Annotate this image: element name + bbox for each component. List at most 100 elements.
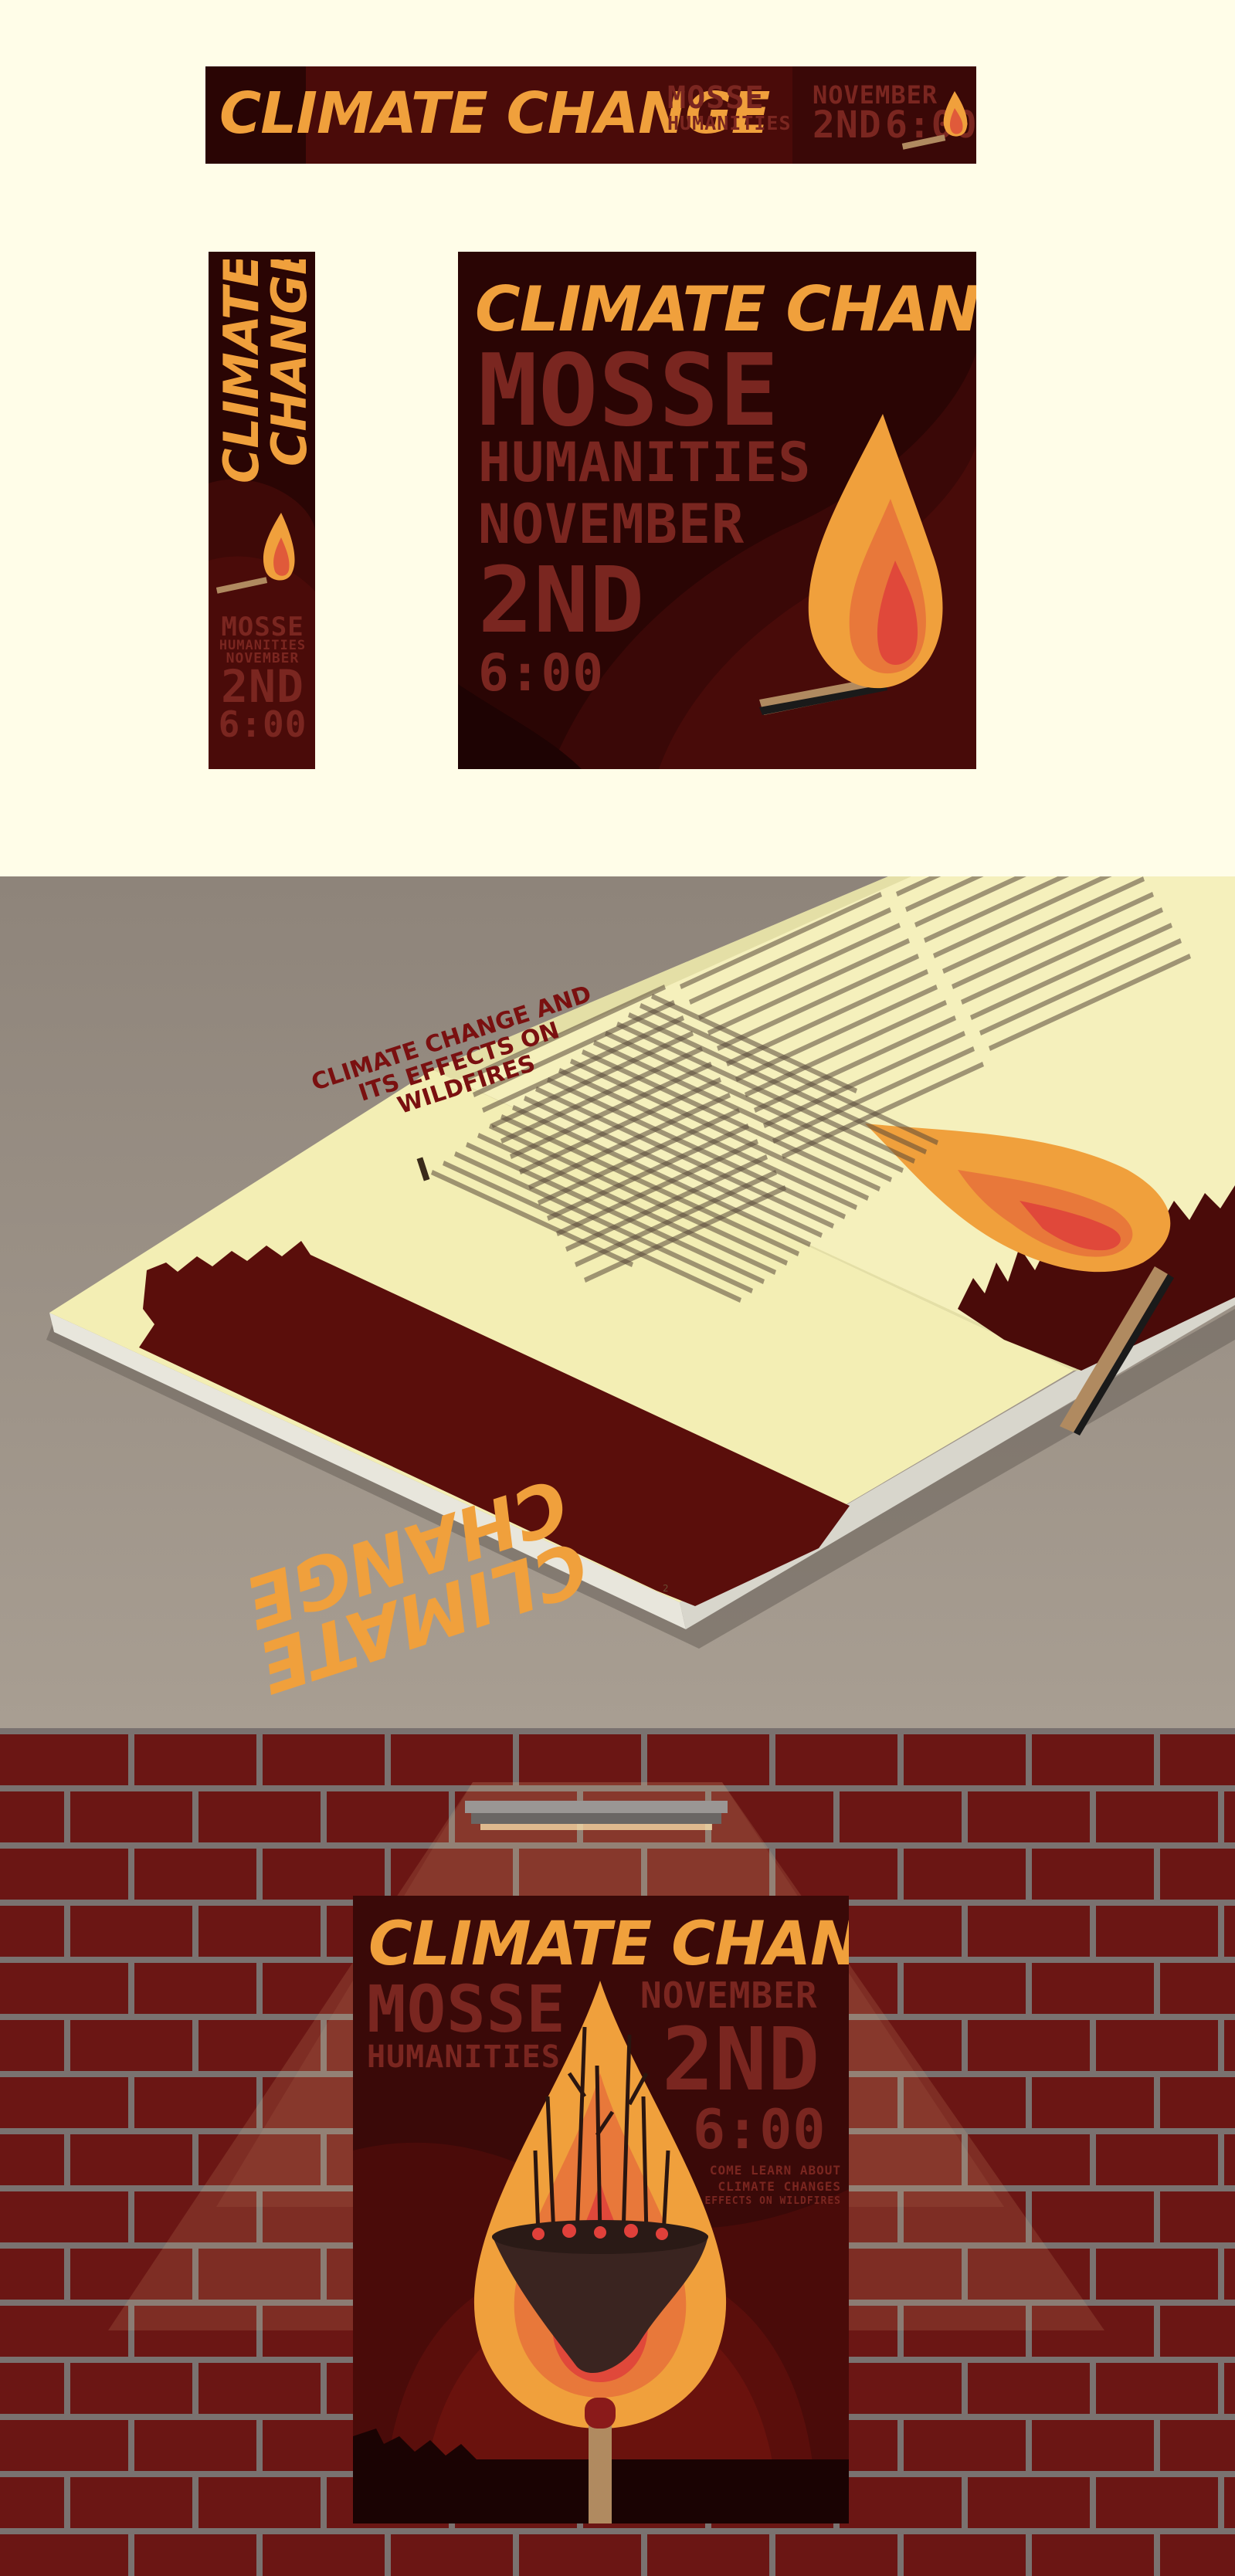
ad-set-section: CLIMATE CHANGE MOSSE HUMANITIES NOVEMBER…: [0, 0, 1235, 876]
poster-wall-section: CLIMATE CHANGE MOSSE HUMANITIES NOVEMBER…: [0, 1728, 1235, 2576]
mortar-joint: [962, 2014, 968, 2071]
mortar-joint: [64, 2471, 70, 2528]
mortar-joint: [833, 1785, 840, 1842]
mortar-joint: [1026, 2528, 1032, 2576]
poster-tagline-line-3: EFFECTS ON WILDFIRES: [704, 2195, 841, 2207]
match-flame-icon: [759, 414, 943, 715]
mortar-joint: [64, 2128, 70, 2185]
mortar-joint: [897, 1728, 904, 1785]
mortar-joint: [1090, 2357, 1096, 2414]
mortar-joint: [962, 1900, 968, 1957]
mortar-joint: [897, 1842, 904, 1900]
poster-title: CLIMATE CHANGE: [368, 1910, 849, 1979]
mortar-joint: [513, 1728, 519, 1785]
mortar-joint: [962, 1785, 968, 1842]
magazine-mockup-section: CLIMATE CHANGE AND ITS EFFECTS ON WILDFI…: [0, 876, 1235, 1728]
mortar-joint: [1218, 2014, 1224, 2071]
mortar-joint: [1154, 1728, 1160, 1785]
mortar-row: [0, 1728, 1235, 1734]
poster-tagline-line-2: CLIMATE CHANGES: [718, 2178, 841, 2194]
mortar-joint: [1090, 2128, 1096, 2185]
mortar-joint: [1154, 1842, 1160, 1900]
mortar-joint: [385, 1728, 391, 1785]
banner-ad: CLIMATE CHANGE MOSSE HUMANITIES NOVEMBER…: [205, 66, 976, 164]
mortar-joint: [64, 2357, 70, 2414]
square-month: NOVEMBER: [478, 493, 745, 556]
mortar-joint: [1154, 2185, 1160, 2242]
mortar-joint: [1026, 2071, 1032, 2128]
poster-venue-2: HUMANITIES: [367, 2039, 561, 2075]
poster-time: 6:00: [693, 2098, 826, 2161]
mortar-joint: [64, 2014, 70, 2071]
mortar-joint: [128, 2185, 134, 2242]
skyscraper-time: 6:00: [218, 703, 307, 745]
mortar-joint: [1154, 2528, 1160, 2576]
mortar-joint: [64, 1900, 70, 1957]
skyscraper-day: 2ND: [221, 659, 304, 713]
mortar-joint: [128, 2071, 134, 2128]
mortar-joint: [128, 2414, 134, 2471]
mortar-joint: [641, 1728, 647, 1785]
skyscraper-event-info: MOSSE HUMANITIES NOVEMBER 2ND 6:00: [210, 612, 315, 745]
mortar-joint: [1090, 1785, 1096, 1842]
mortar-joint: [1090, 2242, 1096, 2300]
mortar-joint: [321, 2471, 327, 2528]
skyscraper-venue-1: MOSSE: [221, 612, 304, 642]
mortar-joint: [1218, 2357, 1224, 2414]
banner-venue-2: HUMANITIES: [667, 112, 792, 134]
mortar-joint: [128, 2528, 134, 2576]
poster-day: 2ND: [662, 2010, 821, 2110]
event-poster: CLIMATE CHANGE MOSSE HUMANITIES NOVEMBER…: [353, 1896, 849, 2523]
mortar-joint: [256, 2414, 263, 2471]
mortar-joint: [128, 1842, 134, 1900]
mortar-joint: [192, 2128, 198, 2185]
mortar-joint: [1154, 2414, 1160, 2471]
skyscraper-ad: CLIMATE CHANGE MOSSE HUMANITIES NOVEMBER…: [209, 252, 315, 769]
magazine-heading: CLIMATE CHANGE AND ITS EFFECTS ON WILDFI…: [308, 980, 595, 1120]
mortar-joint: [1090, 2014, 1096, 2071]
mortar-joint: [192, 2014, 198, 2071]
mortar-joint: [256, 1957, 263, 2014]
mortar-joint: [962, 2357, 968, 2414]
poster-tagline-line-1: COME LEARN ABOUT: [709, 2163, 841, 2178]
mortar-joint: [192, 2357, 198, 2414]
mortar-joint: [256, 1728, 263, 1785]
square-venue-1: MOSSE: [478, 334, 780, 449]
mortar-joint: [1026, 2414, 1032, 2471]
magazine-text-layer: CLIMATE CHANGE AND ITS EFFECTS ON WILDFI…: [0, 876, 1235, 1728]
mortar-joint: [192, 1900, 198, 1957]
mortar-joint: [1154, 1957, 1160, 2014]
mortar-joint: [513, 2528, 519, 2576]
mortar-joint: [1026, 1728, 1032, 1785]
match-flame-icon: [216, 513, 295, 594]
mortar-joint: [1026, 1957, 1032, 2014]
mortar-joint: [192, 2471, 198, 2528]
mortar-joint: [1218, 1900, 1224, 1957]
poster-venue-1: MOSSE: [367, 1971, 566, 2047]
mortar-joint: [769, 2528, 775, 2576]
mortar-joint: [1154, 2300, 1160, 2357]
banner-venue-1: MOSSE: [667, 80, 765, 116]
mortar-joint: [769, 1728, 775, 1785]
mortar-joint: [1154, 2071, 1160, 2128]
mortar-joint: [321, 1785, 327, 1842]
mortar-joint: [385, 2528, 391, 2576]
mortar-joint: [64, 1785, 70, 1842]
mortar-joint: [897, 1957, 904, 2014]
mortar-joint: [897, 2414, 904, 2471]
mortar-joint: [962, 2471, 968, 2528]
magazine-side-title: CLIMATE CHANGE: [231, 1463, 598, 1708]
mortar-joint: [1090, 1900, 1096, 1957]
mortar-joint: [256, 1842, 263, 1900]
square-time: 6:00: [478, 643, 604, 703]
mortar-joint: [385, 1842, 391, 1900]
mortar-joint: [64, 2242, 70, 2300]
skyscraper-title-line-2: CHANGE: [261, 259, 312, 466]
magazine-page-number: 2: [663, 1583, 669, 1594]
mortar-joint: [128, 1728, 134, 1785]
mortar-joint: [321, 1900, 327, 1957]
portfolio-page: CLIMATE CHANGE MOSSE HUMANITIES NOVEMBER…: [0, 0, 1235, 2576]
skyscraper-title: CLIMATE CHANGE: [213, 259, 312, 483]
mortar-joint: [897, 2528, 904, 2576]
mortar-joint: [321, 2357, 327, 2414]
